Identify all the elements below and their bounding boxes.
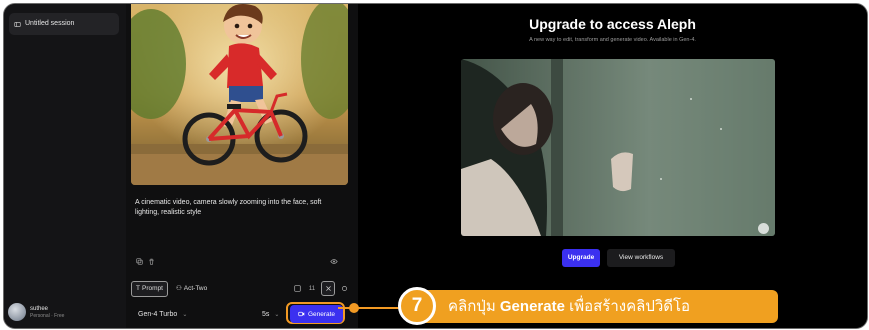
settings-mode-button[interactable] [338, 282, 350, 295]
tab-act-two[interactable]: ⚇ Act-Two [172, 282, 211, 296]
delete-icon[interactable] [148, 258, 155, 265]
user-profile[interactable]: suthee Personal · Free [8, 303, 64, 321]
model-label: Gen-4 Turbo [138, 311, 178, 318]
callout-dot [349, 303, 359, 313]
copy-icon[interactable] [136, 258, 143, 265]
video-mode-button[interactable] [321, 281, 335, 296]
duration-selector[interactable]: 5s ⌄ [262, 311, 279, 318]
duration-value: 5s [262, 311, 270, 318]
upsell-title: Upgrade to access Aleph [529, 16, 696, 32]
video-mode-icon [325, 286, 331, 291]
image-icon [293, 285, 301, 292]
session-item[interactable]: Untitled session [9, 13, 119, 35]
upsell-subtitle: A new way to edit, transform and generat… [529, 37, 696, 43]
generate-label: Generate [307, 310, 336, 318]
user-plan: Personal · Free [30, 312, 65, 319]
result-actions [136, 258, 155, 265]
play-icon[interactable] [758, 223, 769, 234]
chevron-down-icon: ⌄ [274, 312, 280, 318]
generate-button[interactable]: Generate [290, 305, 343, 323]
text-icon: T [136, 285, 140, 292]
app-window: Untitled session suthee Personal · Free [3, 3, 868, 329]
model-selector[interactable]: Gen-4 Turbo ⌄ [138, 311, 187, 318]
tab-act-two-label: Act-Two [183, 285, 208, 292]
tab-prompt-label: Prompt [141, 285, 163, 292]
upgrade-button[interactable]: Upgrade [562, 249, 600, 267]
callout-text-prefix: คลิกปุ่ม [448, 298, 500, 315]
callout-connector [338, 307, 400, 309]
view-workflows-button[interactable]: View workflows [607, 249, 675, 267]
generated-image-thumbnail[interactable] [131, 4, 348, 185]
image-mode-button[interactable] [291, 282, 303, 295]
preview-video[interactable] [461, 59, 775, 236]
generation-panel: A cinematic video, camera slowly zooming… [126, 4, 358, 328]
sidebar: Untitled session suthee Personal · Free [4, 4, 126, 328]
prompt-text: A cinematic video, camera slowly zooming… [135, 199, 322, 216]
user-name: suthee [30, 305, 49, 312]
settings-icon [341, 286, 347, 291]
session-label: Untitled session [25, 20, 75, 27]
visibility-toggle[interactable] [330, 258, 338, 265]
count-badge[interactable]: 11 [306, 282, 318, 295]
chevron-down-icon: ⌄ [182, 312, 188, 318]
callout-instruction: คลิกปุ่ม Generate เพื่อสร้างคลิปวิดีโอ [420, 290, 778, 323]
act-two-icon: ⚇ [175, 285, 182, 292]
callout-text-suffix: เพื่อสร้างคลิปวิดีโอ [564, 298, 691, 315]
eye-icon [330, 259, 338, 264]
tab-prompt[interactable]: T Prompt [131, 281, 168, 297]
avatar [8, 303, 26, 321]
mode-tabs: T Prompt ⚇ Act-Two [131, 281, 211, 297]
session-icon [14, 21, 21, 27]
step-number-badge: 7 [398, 287, 436, 325]
upsell-panel: Upgrade to access Aleph A new way to edi… [358, 4, 867, 328]
video-camera-icon [298, 311, 305, 317]
output-mode-selector: 11 [291, 281, 350, 296]
callout-text-bold: Generate [499, 298, 565, 315]
